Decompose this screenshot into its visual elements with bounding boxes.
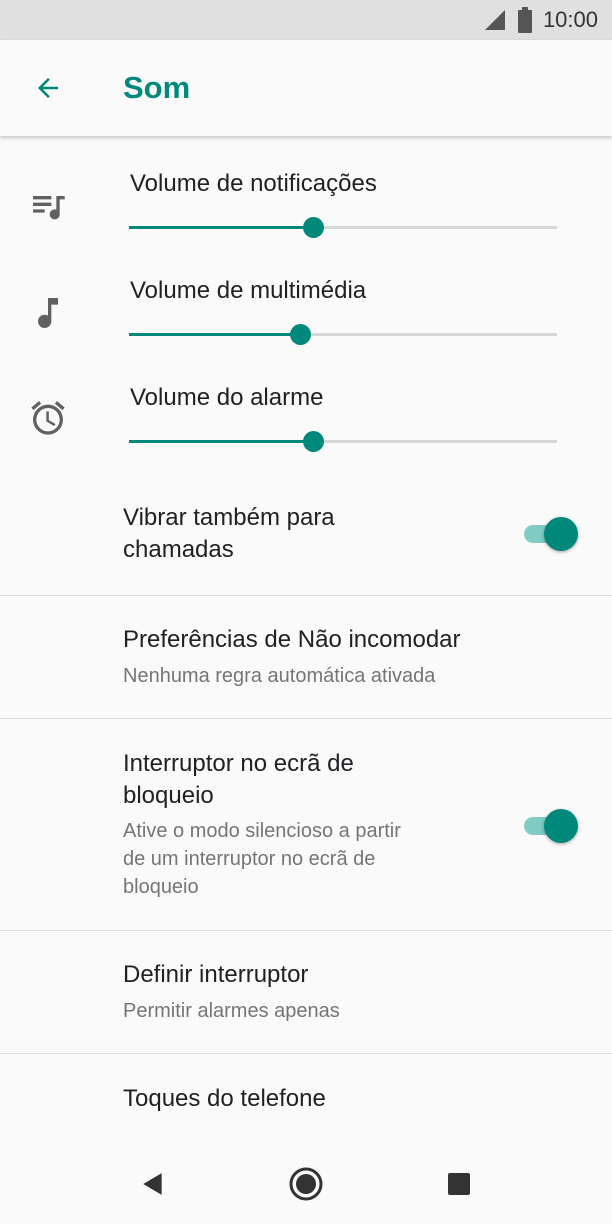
pref-title-line: Vibrar também para	[123, 504, 335, 531]
arrow-back-icon	[38, 78, 58, 98]
pref-summary-line: de um interruptor no ecrã de	[123, 848, 376, 870]
vibrate-calls-switch[interactable]	[522, 513, 582, 553]
pref-lock-screen-switch[interactable]: Interruptor no ecrã de bloqueio Ative o …	[0, 719, 612, 930]
nav-back-button[interactable]	[133, 1164, 173, 1204]
alarm-clock-icon	[31, 401, 65, 435]
volume-row-media: Volume de multimédia	[0, 267, 612, 367]
slider-thumb[interactable]	[303, 431, 324, 452]
slider-fill	[129, 440, 313, 443]
pref-summary-line: bloqueio	[123, 876, 199, 898]
pref-do-not-disturb[interactable]: Preferências de Não incomodar Nenhuma re…	[0, 596, 612, 718]
nav-home-icon	[289, 1167, 323, 1201]
pref-title-line: Interruptor no ecrã de	[123, 750, 354, 777]
switch-thumb	[544, 517, 578, 551]
pref-summary-line: Ative o modo silencioso a partir	[123, 820, 401, 842]
app-bar: Som	[0, 40, 612, 136]
slider-thumb[interactable]	[303, 217, 324, 238]
nav-back-icon	[143, 1173, 162, 1195]
status-bar: 10:00	[0, 0, 612, 40]
pref-define-switch[interactable]: Definir interruptor Permitir alarmes ape…	[0, 931, 612, 1053]
nav-recents-button[interactable]	[439, 1164, 479, 1204]
pref-title: Vibrar também para chamadas	[123, 502, 335, 566]
volume-slider-media[interactable]	[129, 323, 557, 347]
pref-title-line: bloqueio	[123, 782, 214, 809]
volume-label: Volume do alarme	[130, 384, 324, 411]
signal-icon	[484, 10, 505, 30]
notification-queue-music-icon	[33, 196, 65, 220]
nav-recents-icon	[448, 1173, 470, 1195]
volume-row-notifications: Volume de notificações	[0, 160, 612, 260]
pref-summary: Nenhuma regra automática ativada	[123, 665, 436, 687]
volume-row-alarm: Volume do alarme	[0, 374, 612, 474]
page-title: Som	[123, 70, 191, 105]
volume-slider-notifications[interactable]	[129, 216, 557, 240]
volume-slider-alarm[interactable]	[129, 430, 557, 454]
slider-thumb[interactable]	[290, 324, 311, 345]
pref-title-line: chamadas	[123, 536, 234, 563]
pref-summary: Permitir alarmes apenas	[123, 1000, 340, 1022]
battery-icon	[517, 7, 532, 33]
pref-title: Preferências de Não incomodar	[123, 626, 461, 653]
pref-phone-ringtones[interactable]: Toques do telefone	[0, 1054, 612, 1144]
slider-fill	[129, 333, 300, 336]
switch-thumb	[544, 809, 578, 843]
status-time: 10:00	[542, 7, 598, 32]
music-note-icon	[38, 298, 58, 329]
volume-label: Volume de notificações	[130, 170, 377, 197]
lock-screen-switch-toggle[interactable]	[522, 805, 582, 845]
slider-fill	[129, 226, 313, 229]
pref-title: Interruptor no ecrã de bloqueio	[123, 748, 354, 812]
back-button[interactable]	[22, 68, 74, 108]
pref-title: Definir interruptor	[123, 961, 309, 988]
pref-summary: Ative o modo silencioso a partir de um i…	[123, 817, 401, 901]
navigation-bar	[0, 1144, 612, 1224]
pref-vibrate-calls[interactable]: Vibrar também para chamadas	[0, 485, 612, 595]
volume-label: Volume de multimédia	[130, 277, 367, 304]
pref-title: Toques do telefone	[123, 1085, 326, 1112]
nav-home-button[interactable]	[286, 1164, 326, 1204]
